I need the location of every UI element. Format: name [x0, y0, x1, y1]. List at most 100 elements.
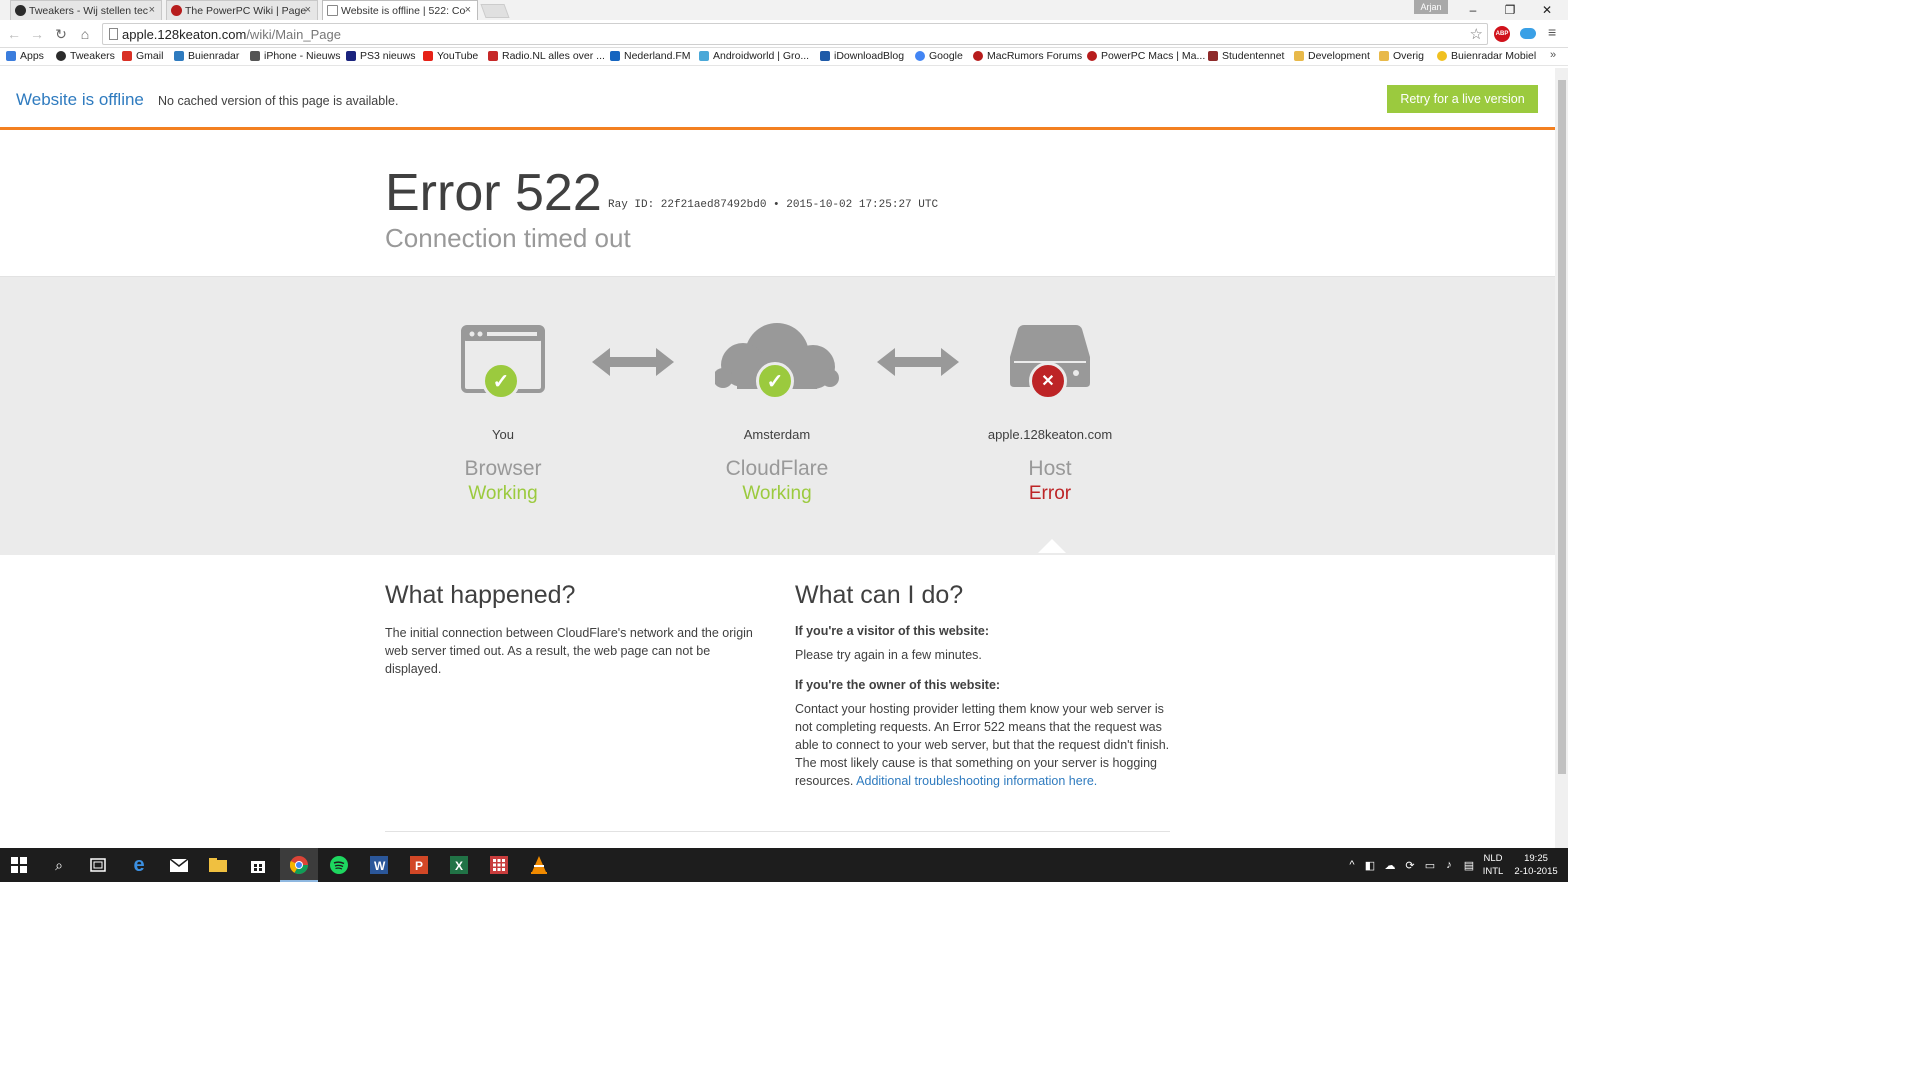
store-icon[interactable]: [247, 854, 269, 876]
reload-icon[interactable]: ↻: [52, 25, 70, 43]
bookmark-apps[interactable]: Apps: [6, 50, 44, 62]
android-icon: [699, 51, 709, 61]
chrome-icon[interactable]: [288, 854, 310, 876]
bookmark-macrumors[interactable]: MacRumors Forums: [973, 50, 1082, 62]
bookmark-star-icon[interactable]: ☆: [1470, 25, 1483, 43]
address-bar[interactable]: apple.128keaton.com/wiki/Main_Page ☆: [102, 23, 1488, 45]
node-location: You: [492, 427, 514, 442]
youtube-icon: [423, 51, 433, 61]
menu-icon[interactable]: ≡: [1548, 24, 1556, 40]
bookmark-iphone-nieuws[interactable]: iPhone - Nieuws: [250, 50, 340, 62]
tray-expand-icon[interactable]: ^: [1346, 859, 1358, 871]
bookmark-label: Development: [1308, 50, 1370, 62]
vlc-icon[interactable]: [528, 854, 550, 876]
back-icon[interactable]: ←: [5, 25, 23, 43]
owner-heading: If you're the owner of this website:: [795, 678, 1001, 692]
explanation-section: What happened? The initial connection be…: [0, 555, 1555, 848]
studentennet-icon: [1208, 51, 1218, 61]
scrollbar-thumb[interactable]: [1558, 80, 1566, 774]
bookmark-studentennet[interactable]: Studentennet: [1208, 50, 1284, 62]
bookmark-ps3-nieuws[interactable]: PS3 nieuws: [346, 50, 415, 62]
tab-powerpc-wiki[interactable]: The PowerPC Wiki | Page ×: [166, 0, 318, 20]
gmail-icon: [122, 51, 132, 61]
tab-tweakers[interactable]: Tweakers - Wij stellen tec ×: [10, 0, 162, 20]
tab-strip: Tweakers - Wij stellen tec × The PowerPC…: [0, 0, 1568, 20]
clock[interactable]: 19:25 2-10-2015: [1508, 852, 1564, 878]
bookmark-label: Overig: [1393, 50, 1424, 62]
profile-button[interactable]: Arjan: [1414, 0, 1448, 14]
radio-nl-icon: [488, 51, 498, 61]
bookmark-folder-overig[interactable]: Overig: [1379, 50, 1424, 62]
troubleshooting-link[interactable]: Additional troubleshooting information h…: [856, 774, 1097, 788]
cloud-extension-icon[interactable]: [1520, 28, 1536, 39]
error-pointer: [1038, 539, 1066, 553]
bookmark-google[interactable]: Google: [915, 50, 963, 62]
more-bookmarks-icon[interactable]: »: [1550, 49, 1556, 61]
onedrive-icon[interactable]: ☁: [1384, 859, 1396, 872]
retry-button[interactable]: Retry for a live version: [1387, 85, 1538, 113]
bookmark-radio-nl[interactable]: Radio.NL alles over ...: [488, 50, 605, 62]
bookmark-powerpc-macs[interactable]: PowerPC Macs | Ma...: [1087, 50, 1205, 62]
bookmark-label: Buienradar: [188, 50, 240, 62]
windows-start-icon[interactable]: [8, 854, 30, 876]
offline-title: Website is offline: [16, 90, 144, 109]
calculator-icon[interactable]: [488, 854, 510, 876]
restore-icon[interactable]: ❐: [1495, 1, 1525, 19]
bookmark-androidworld[interactable]: Androidworld | Gro...: [699, 50, 809, 62]
excel-icon[interactable]: X: [448, 854, 470, 876]
close-tab-icon[interactable]: ×: [149, 4, 155, 16]
mail-icon[interactable]: [168, 854, 190, 876]
nederland-fm-icon: [610, 51, 620, 61]
new-tab-button[interactable]: [480, 4, 510, 18]
adblock-plus-icon[interactable]: ABP: [1494, 26, 1510, 42]
forward-icon[interactable]: →: [28, 25, 46, 43]
close-window-icon[interactable]: ✕: [1532, 1, 1562, 19]
word-icon[interactable]: W: [368, 854, 390, 876]
edge-icon[interactable]: e: [128, 854, 150, 876]
toolbar: ← → ↻ ⌂ apple.128keaton.com/wiki/Main_Pa…: [0, 20, 1568, 48]
powerpoint-icon[interactable]: P: [408, 854, 430, 876]
language-code: NLD: [1483, 853, 1503, 864]
node-type: CloudFlare: [725, 457, 829, 480]
input-language[interactable]: NLD INTL: [1481, 852, 1505, 878]
tab-website-offline[interactable]: Website is offline | 522: Co ×: [322, 0, 478, 20]
file-explorer-icon[interactable]: [207, 854, 229, 876]
node-status: Error: [1028, 483, 1072, 504]
home-icon[interactable]: ⌂: [76, 25, 94, 43]
bookmark-nederland-fm[interactable]: Nederland.FM: [610, 50, 691, 62]
bookmark-idownloadblog[interactable]: iDownloadBlog: [820, 50, 904, 62]
bookmark-label: Buienradar Mobiel: [1451, 50, 1537, 62]
action-center-icon[interactable]: ▤: [1463, 859, 1475, 872]
volume-icon[interactable]: ♪: [1443, 859, 1455, 871]
bookmark-buienradar-mobiel[interactable]: Buienradar Mobiel: [1437, 50, 1536, 62]
search-icon[interactable]: ⌕: [48, 854, 70, 876]
tray-app-icon[interactable]: ◧: [1364, 859, 1376, 872]
bookmark-label: Apps: [20, 50, 44, 62]
page-icon: [109, 28, 118, 40]
spotify-icon[interactable]: [328, 854, 350, 876]
task-view-icon[interactable]: [87, 854, 109, 876]
bookmark-label: MacRumors Forums: [987, 50, 1083, 62]
clock-time: 19:25: [1524, 853, 1548, 864]
bookmark-youtube[interactable]: YouTube: [423, 50, 478, 62]
bookmark-tweakers[interactable]: Tweakers: [56, 50, 115, 62]
bookmark-gmail[interactable]: Gmail: [122, 50, 163, 62]
bookmark-label: iDownloadBlog: [834, 50, 905, 62]
what-can-i-do: What can I do? If you're a visitor of th…: [795, 581, 1173, 790]
what-happened-text: The initial connection between CloudFlar…: [385, 626, 753, 676]
network-icon[interactable]: ▭: [1424, 859, 1436, 872]
bookmark-folder-development[interactable]: Development: [1294, 50, 1370, 62]
minimize-icon[interactable]: –: [1458, 1, 1488, 19]
bookmark-buienradar[interactable]: Buienradar: [174, 50, 239, 62]
tray-sync-icon[interactable]: ⟳: [1404, 859, 1416, 872]
node-status: Working: [468, 483, 538, 504]
check-icon: ✓: [756, 362, 794, 400]
bookmark-label: Radio.NL alles over ...: [502, 50, 605, 62]
url-text[interactable]: apple.128keaton.com/wiki/Main_Page: [122, 27, 341, 42]
double-arrow-icon: [877, 348, 959, 376]
close-tab-icon[interactable]: ×: [305, 4, 311, 16]
bookmark-label: Gmail: [136, 50, 164, 62]
check-icon: ✓: [482, 362, 520, 400]
page-favicon-icon: [327, 5, 338, 16]
close-tab-icon[interactable]: ×: [465, 4, 471, 16]
